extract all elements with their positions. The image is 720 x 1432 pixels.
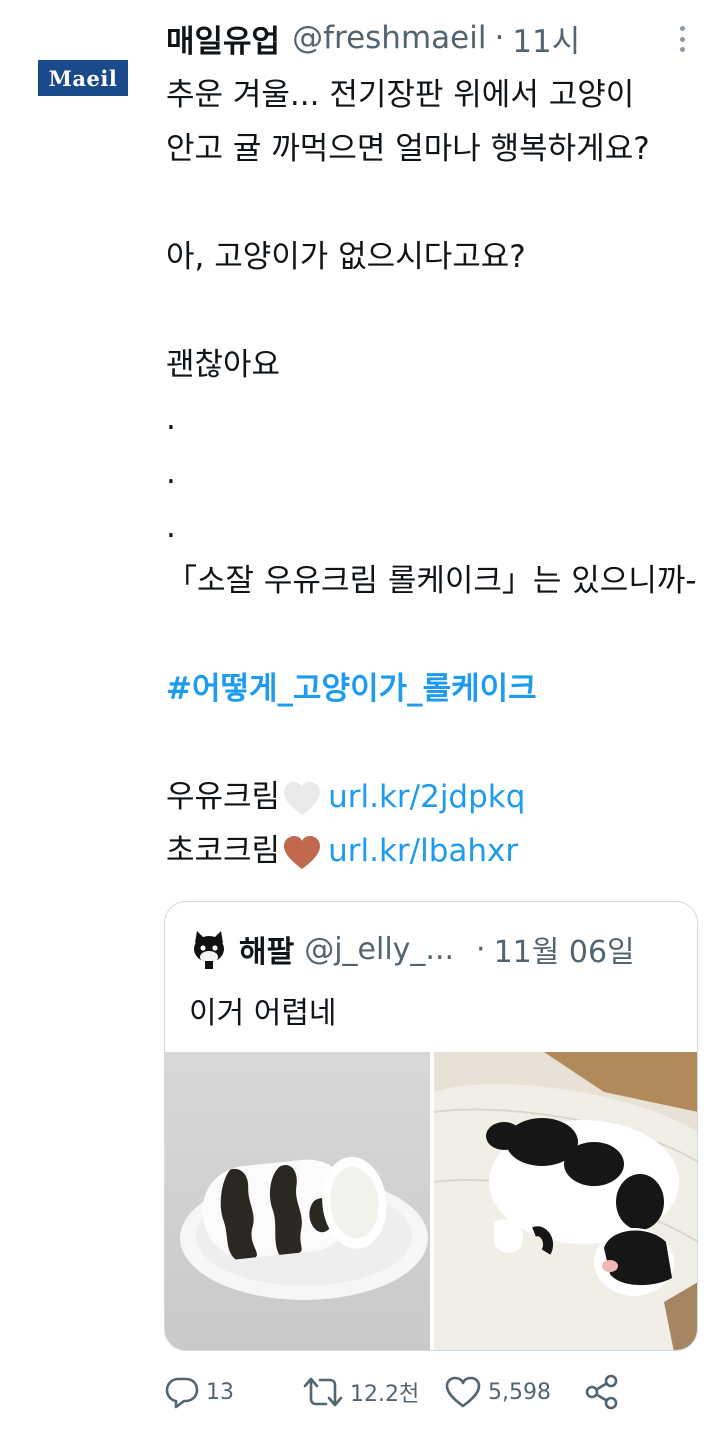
quoted-media <box>165 1052 697 1350</box>
body-line: 괜찮아요 <box>166 347 281 383</box>
body-line: . <box>166 455 176 491</box>
milk-cream-line: 우유크림 url.kr/2jdpkq <box>166 770 706 824</box>
logo-text: Maeil <box>48 65 118 91</box>
body-line: 안고 귤 까먹으면 얼마나 행복하게요? <box>166 131 650 167</box>
separator-dot: · <box>476 931 486 967</box>
hashtag-link[interactable]: #어떻게_고양이가_롤케이크 <box>166 671 537 707</box>
like-button[interactable]: 5,598 <box>444 1372 551 1412</box>
tweet-body: 추운 겨울... 전기장판 위에서 고양이 안고 귤 까먹으면 얼마나 행복하게… <box>166 68 706 878</box>
reply-count: 13 <box>206 1379 234 1405</box>
tweet-header: 매일유업 @freshmaeil · 11시 <box>166 16 580 61</box>
white-heart-icon <box>284 781 321 815</box>
retweet-icon <box>303 1377 343 1407</box>
body-line <box>166 176 706 230</box>
like-count: 5,598 <box>488 1379 551 1405</box>
maeil-logo-avatar[interactable]: Maeil <box>38 60 128 96</box>
quoted-tweet-header: 해팔 @j_elly_... · 11월 06일 <box>187 928 635 970</box>
reply-icon <box>165 1377 199 1409</box>
reply-button[interactable]: 13 <box>164 1372 234 1412</box>
milk-cream-label: 우유크림 <box>166 779 281 815</box>
cat-avatar-icon[interactable] <box>187 927 231 971</box>
retweet-button[interactable]: 12.2천 <box>302 1372 419 1412</box>
body-line <box>166 608 706 662</box>
body-line: 추운 겨울... 전기장판 위에서 고양이 <box>166 77 635 113</box>
choco-cream-url-link[interactable]: url.kr/lbahxr <box>328 833 518 869</box>
quoted-author-handle: @j_elly_... <box>304 931 455 967</box>
separator-dot: · <box>494 20 505 56</box>
quoted-tweet[interactable]: 해팔 @j_elly_... · 11월 06일 이거 어렵네 <box>164 901 698 1351</box>
tweet-actions: 13 12.2천 5,598 <box>164 1372 634 1412</box>
retweet-count: 12.2천 <box>350 1382 420 1407</box>
share-icon <box>585 1374 618 1410</box>
more-options-icon[interactable] <box>670 22 694 56</box>
heart-icon <box>445 1376 481 1408</box>
milk-cream-url-link[interactable]: url.kr/2jdpkq <box>328 779 525 815</box>
author-name[interactable]: 매일유업 <box>166 16 280 61</box>
body-line: . <box>166 401 176 437</box>
body-line: 아, 고양이가 없으시다고요? <box>166 239 526 275</box>
brown-heart-icon <box>284 835 321 869</box>
share-button[interactable] <box>584 1372 626 1412</box>
roll-cake-photo[interactable] <box>165 1052 430 1350</box>
choco-cream-line: 초코크림 url.kr/lbahxr <box>166 824 706 878</box>
cat-photo[interactable] <box>434 1052 697 1350</box>
body-line <box>166 284 706 338</box>
author-handle[interactable]: @freshmaeil <box>292 20 486 56</box>
quoted-tweet-time: 11월 06일 <box>493 935 635 970</box>
body-line: 「소잘 우유크림 롤케이크」는 있으니까- <box>166 563 697 599</box>
choco-cream-label: 초코크림 <box>166 833 281 869</box>
body-line: . <box>166 509 176 545</box>
quoted-tweet-text: 이거 어렵네 <box>189 996 337 1031</box>
quoted-author-name: 해팔 <box>239 935 295 970</box>
tweet-time[interactable]: 11시 <box>512 16 580 61</box>
